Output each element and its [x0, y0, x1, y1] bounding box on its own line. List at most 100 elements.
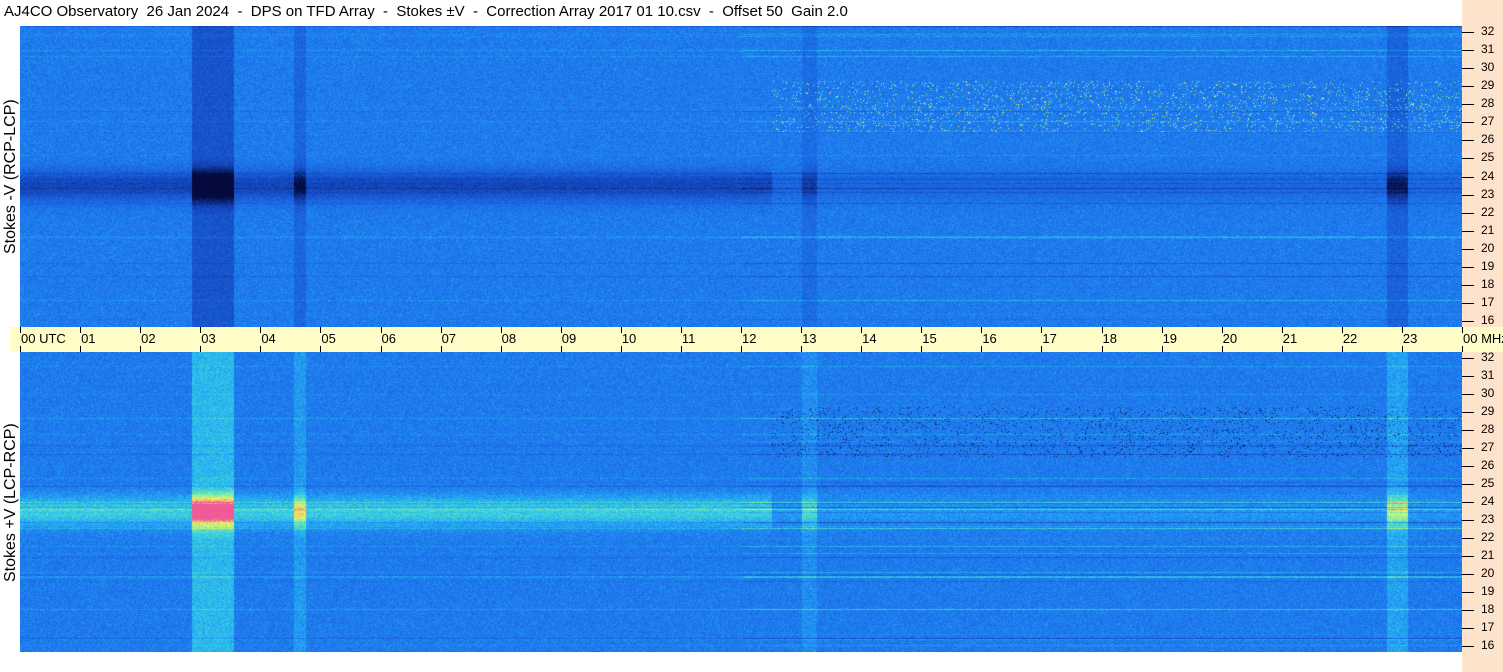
- time-tick-label: 08: [501, 331, 517, 346]
- freq-tick-mark: [1462, 50, 1474, 52]
- freq-tick-mark: [1462, 158, 1474, 160]
- time-tick-label: 05: [321, 331, 336, 346]
- time-tick-label: 17: [1042, 331, 1057, 346]
- freq-tick-label: 20: [1481, 566, 1495, 580]
- time-tick-label: 14: [862, 331, 877, 346]
- time-tick-mark: [801, 327, 803, 333]
- time-tick-mark: [1462, 327, 1463, 333]
- time-tick-mark: [1161, 327, 1163, 333]
- spectrogram-top-panel: [20, 26, 1462, 327]
- time-tick-mark: [1462, 346, 1463, 352]
- freq-tick-label: 23: [1481, 186, 1495, 201]
- freq-tick-mark: [1462, 122, 1474, 124]
- freq-tick-label: 29: [1481, 78, 1495, 93]
- freq-tick-label: 28: [1481, 422, 1495, 436]
- time-tick-label: 21: [1282, 331, 1298, 346]
- top-panel-ylabel: Stokes -V (RCP-LCP): [2, 99, 19, 254]
- freq-tick-mark: [1462, 646, 1474, 647]
- freq-tick-label: 18: [1481, 602, 1495, 616]
- bottom-panel-ylabel: Stokes +V (LCP-RCP): [2, 422, 19, 582]
- freq-tick-mark: [1462, 248, 1474, 250]
- freq-tick-mark: [1462, 376, 1474, 377]
- time-tick-label: 10: [621, 331, 637, 346]
- freq-tick-mark: [1462, 412, 1474, 413]
- freq-tick-mark: [1462, 302, 1474, 304]
- time-tick-mark: [1281, 327, 1283, 333]
- freq-tick-mark: [1462, 574, 1474, 575]
- freq-tick-label: 32: [1481, 24, 1495, 38]
- freq-tick-label: 20: [1481, 240, 1495, 255]
- time-tick-label: 23: [1402, 331, 1418, 346]
- freq-tick-mark: [1462, 538, 1474, 539]
- time-tick-label: 04: [261, 331, 276, 346]
- freq-tick-label: 26: [1481, 458, 1495, 472]
- time-tick-mark: [20, 327, 21, 333]
- freq-tick-label: 19: [1481, 258, 1495, 273]
- time-tick-label: 13: [802, 331, 817, 346]
- time-tick-mark: [1401, 327, 1403, 333]
- time-tick-label: 20: [1222, 331, 1238, 346]
- time-tick-mark: [380, 327, 382, 333]
- time-tick-mark: [560, 327, 562, 333]
- freq-tick-label: 29: [1481, 404, 1495, 418]
- time-tick-label: 07: [441, 331, 457, 346]
- freq-tick-label: 17: [1481, 620, 1495, 634]
- freq-tick-mark: [1462, 32, 1474, 33]
- time-tick-label: 15: [922, 331, 937, 346]
- freq-tick-label: 17: [1481, 294, 1495, 309]
- time-tick-mark: [981, 327, 983, 333]
- freq-tick-mark: [1462, 104, 1474, 106]
- freq-tick-label: 31: [1481, 368, 1495, 382]
- freq-tick-label: 27: [1481, 440, 1495, 454]
- time-tick-mark: [140, 327, 142, 333]
- freq-tick-mark: [1462, 556, 1474, 557]
- freq-tick-mark: [1462, 68, 1474, 70]
- freq-tick-label: 31: [1481, 42, 1495, 57]
- time-tick-label: 03: [201, 331, 216, 346]
- freq-tick-mark: [1462, 448, 1474, 449]
- freq-tick-mark: [1462, 230, 1474, 232]
- freq-tick-label: 30: [1481, 386, 1495, 400]
- freq-tick-mark: [1462, 212, 1474, 214]
- freq-tick-mark: [1462, 520, 1474, 521]
- freq-tick-mark: [1462, 610, 1474, 611]
- freq-tick-mark: [1462, 140, 1474, 142]
- time-tick-label: 11: [681, 331, 696, 346]
- freq-tick-label: 16: [1481, 313, 1495, 327]
- time-tick-mark: [620, 327, 622, 333]
- freq-tick-label: 23: [1481, 512, 1495, 526]
- time-tick-label: 18: [1102, 331, 1117, 346]
- time-tick-mark: [680, 327, 682, 333]
- time-tick-label: 22: [1342, 331, 1358, 346]
- time-tick-mark: [320, 327, 322, 333]
- freq-tick-label: 16: [1481, 638, 1495, 652]
- time-tick-mark: [861, 327, 863, 333]
- freq-tick-label: 22: [1481, 530, 1495, 544]
- freq-tick-mark: [1462, 592, 1474, 593]
- freq-tick-mark: [1462, 502, 1474, 503]
- freq-tick-label: 25: [1481, 150, 1495, 165]
- freq-tick-label: 21: [1481, 548, 1495, 562]
- time-tick-label: 06: [381, 331, 396, 346]
- freq-tick-mark: [1462, 176, 1474, 178]
- time-tick-mark: [500, 327, 502, 333]
- time-tick-mark: [1341, 327, 1343, 333]
- time-tick-label: 00 UTC: [21, 331, 66, 346]
- time-tick-mark: [1041, 327, 1043, 333]
- time-tick-mark: [440, 327, 442, 333]
- time-tick-mark: [260, 327, 262, 333]
- time-tick-label: 01: [81, 331, 96, 346]
- freq-tick-label: 28: [1481, 96, 1495, 111]
- freq-tick-label: 22: [1481, 204, 1495, 219]
- freq-tick-mark: [1462, 358, 1474, 359]
- freq-tick-mark: [1462, 484, 1474, 485]
- time-tick-mark: [921, 327, 923, 333]
- time-tick-mark: [80, 327, 82, 333]
- freq-tick-label: 19: [1481, 584, 1495, 598]
- freq-tick-mark: [1462, 284, 1474, 286]
- spectrogram-bottom-canvas: [20, 352, 1462, 652]
- time-tick-mark: [1101, 327, 1103, 333]
- freq-tick-label: 25: [1481, 476, 1495, 490]
- freq-tick-label: 24: [1481, 168, 1495, 183]
- freq-tick-label: 30: [1481, 60, 1495, 75]
